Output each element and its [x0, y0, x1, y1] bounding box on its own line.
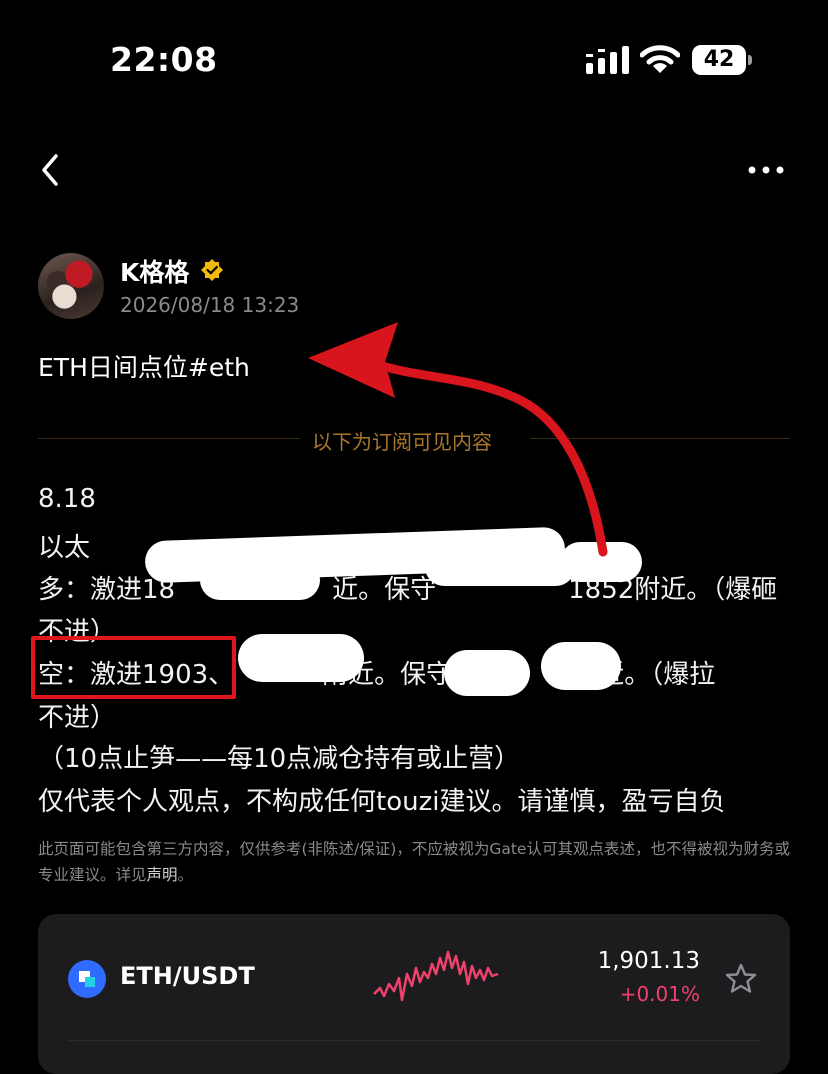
battery-level: 42: [703, 47, 735, 72]
redaction-mark: [425, 548, 575, 586]
wifi-icon: [640, 45, 680, 73]
redaction-mark: [560, 542, 642, 582]
ellipsis-icon[interactable]: [744, 160, 788, 180]
disclaimer-link[interactable]: 声明: [147, 866, 178, 884]
battery-icon: 42: [692, 45, 754, 75]
post-body-line: 8.18: [38, 484, 96, 514]
card-divider: [68, 1040, 760, 1041]
divider-line: [530, 438, 790, 439]
subscriber-divider-label: 以下为订阅可见内容: [312, 430, 492, 454]
post-body-line: （10点止笋——每10点减仓持有或止营）: [38, 744, 521, 774]
post-body-line: 仅代表个人观点，不构成任何touzi建议。请谨慎，盈亏自负: [38, 787, 726, 817]
post-date: 2026/08/18 13:23: [120, 293, 300, 317]
disclaimer-text: 此页面可能包含第三方内容，仅供参考(非陈述/保证)，不应被视为Gate认可其观点…: [38, 836, 790, 888]
cellular-signal-icon: [586, 46, 629, 74]
divider-line: [38, 438, 300, 439]
chevron-left-icon[interactable]: [36, 150, 66, 190]
post-title: ETH日间点位#eth: [38, 353, 250, 382]
disclaimer-end: 。: [177, 866, 194, 884]
highlight-box: [31, 636, 236, 699]
redaction-mark: [200, 560, 320, 600]
eth-coin-icon: [68, 960, 106, 998]
post-body-line: 以太: [38, 533, 91, 563]
redaction-mark: [541, 642, 621, 690]
red-arrow-annotation: [308, 322, 608, 557]
verified-badge-icon: [201, 259, 223, 281]
price-sparkline: [373, 950, 499, 1002]
ticker-pair[interactable]: ETH/USDT: [120, 962, 255, 990]
text-segment: 近。保守: [332, 575, 437, 605]
avatar[interactable]: [38, 253, 104, 319]
author-name[interactable]: K格格: [120, 253, 189, 289]
coin-logo-icon: [79, 971, 95, 987]
ticker-price: 1,901.13: [597, 948, 700, 974]
post-body-line: 不进）: [38, 703, 117, 733]
star-outline-icon[interactable]: [724, 962, 758, 996]
status-time: 22:08: [110, 40, 218, 79]
redaction-mark: [238, 634, 364, 682]
redaction-mark: [444, 650, 530, 696]
ticker-change: +0.01%: [619, 982, 700, 1006]
